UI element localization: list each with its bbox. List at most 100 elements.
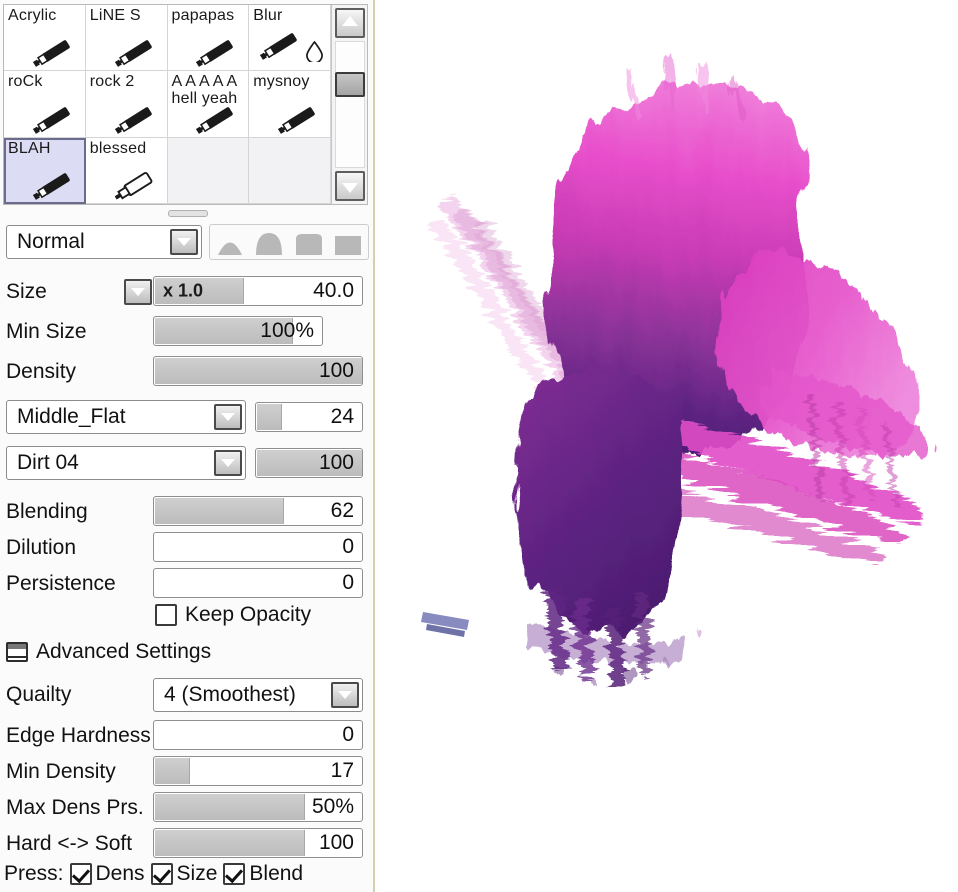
max-dens-prs-row: Max Dens Prs. 50% [0,788,373,828]
blending-value: 62 [330,499,354,522]
size-slider[interactable]: x 1.0 40.0 [153,276,363,306]
paper-texture-amount-slider[interactable]: 100 [255,448,363,478]
hard-soft-label: Hard <-> Soft [6,832,133,855]
brush-grid-scrollbar[interactable] [331,5,367,204]
pressure-label: Press: [4,862,64,885]
min-size-label: Min Size [6,320,87,343]
dilution-label: Dilution [6,536,77,559]
pressure-size-label: Size [176,862,218,885]
pen-icon [196,102,242,134]
density-row: Density 100 [0,352,373,392]
pressure-blend-checkbox[interactable] [223,863,246,885]
blending-row: Blending 62 [0,492,373,532]
paper-texture-dropdown[interactable]: Dirt 04 [6,446,246,480]
brush-shape-label: Middle_Flat [17,405,126,428]
blending-label: Blending [6,500,88,523]
chevron-down-icon[interactable] [124,279,152,305]
blending-slider-fill [155,498,284,524]
brush-shape-presets [209,224,369,260]
min-size-slider[interactable]: 100% [153,316,323,346]
blending-slider[interactable]: 62 [153,496,363,526]
density-value: 100 [318,359,354,382]
blend-mode-dropdown[interactable]: Normal [6,225,202,259]
chevron-down-icon[interactable] [214,404,242,430]
panel-collapse-icon [6,642,28,662]
sai-brush-panel-screenshot: Acrylic LiNE S papapas Blur roCk rock 2 A A A … [0,0,958,892]
pressure-size-checkbox[interactable] [150,863,173,885]
persistence-slider[interactable]: 0 [153,568,363,598]
scroll-down-icon[interactable] [335,171,365,201]
shape-hard-round[interactable] [292,228,326,256]
scroll-up-icon[interactable] [335,8,365,38]
min-density-row: Min Density 17 [0,752,373,792]
edge-hardness-slider[interactable]: 0 [153,720,363,750]
shape-flat-square[interactable] [331,228,365,256]
max-dens-prs-slider[interactable]: 50% [153,792,363,822]
shape-soft-round[interactable] [213,228,247,256]
brush-cell[interactable]: Acrylic [4,5,86,72]
brush-cell[interactable]: mysnoy [249,71,331,138]
brush-cell[interactable]: BLAH [4,137,86,204]
brush-cell-label: mysnoy [253,73,310,91]
min-density-slider-fill [155,758,191,784]
chevron-down-icon[interactable] [170,229,198,255]
pressure-dens-label: Dens [95,862,145,885]
brush-shape-dropdown[interactable]: Middle_Flat [6,400,246,434]
min-size-value: 100% [260,319,314,342]
brush-shape-amount-slider[interactable]: 24 [255,402,363,432]
quality-value: 4 (Smoothest) [164,683,296,706]
advanced-settings-label: Advanced Settings [36,640,212,663]
purple-stroke-mass [515,368,688,633]
size-preset-dropdown[interactable] [124,275,156,309]
chevron-down-icon[interactable] [331,682,359,708]
chevron-down-icon[interactable] [214,450,242,476]
pressure-blend-label: Blend [249,862,304,885]
brush-cell-empty [249,137,331,204]
keep-opacity-row[interactable]: Keep Opacity [155,603,311,627]
brush-cell[interactable]: blessed [85,137,168,204]
scrollbar-track[interactable] [335,41,365,168]
dilution-row: Dilution 0 [0,528,373,568]
size-row: Size x 1.0 40.0 [0,272,373,312]
dilution-slider[interactable]: 0 [153,532,363,562]
pen-icon [114,35,161,68]
advanced-settings-toggle[interactable]: Advanced Settings [6,640,211,664]
brush-cell-label: roCk [8,73,43,91]
hard-soft-slider[interactable]: 100 [153,828,363,858]
max-dens-prs-value: 50% [311,795,354,818]
quality-dropdown[interactable]: 4 (Smoothest) [153,678,363,712]
pressure-option-blend[interactable]: Blend [223,862,303,886]
size-multiplier-label: x 1.0 [163,280,204,301]
pen-icon [277,102,324,134]
brush-cell-label: rock 2 [89,73,135,91]
pen-icon [196,35,242,68]
pen-water-drop-icon [259,33,324,67]
max-dens-prs-slider-fill [155,794,305,820]
pressure-option-size[interactable]: Size [150,862,218,886]
brush-cell-label: blessed [89,139,147,157]
brush-cell[interactable]: A A A A A hell yeah [167,71,250,138]
max-dens-prs-label: Max Dens Prs. [6,796,144,819]
panel-splitter-handle[interactable] [0,208,375,218]
density-slider[interactable]: 100 [153,356,363,386]
min-density-slider[interactable]: 17 [153,756,363,786]
brush-cell[interactable]: papapas [167,5,250,72]
brush-cell-label: papapas [171,7,235,24]
brush-stroke-painting [421,54,932,690]
brush-cell[interactable]: Blur [249,5,331,72]
brush-cell[interactable]: roCk [4,71,86,138]
min-density-value: 17 [330,759,354,782]
brush-cell[interactable]: LiNE S [85,5,168,72]
brush-grid: Acrylic LiNE S papapas Blur roCk rock 2 A A A … [4,5,331,204]
persistence-value: 0 [342,571,354,594]
keep-opacity-checkbox[interactable] [155,604,177,626]
drawing-canvas[interactable] [377,0,958,892]
pressure-option-dens[interactable]: Dens [69,862,145,886]
scrollbar-thumb[interactable] [335,71,365,97]
tool-settings-panel: Acrylic LiNE S papapas Blur roCk rock 2 A A A … [0,0,375,892]
pressure-dens-checkbox[interactable] [69,863,92,885]
paper-texture-amount-value: 100 [318,451,354,474]
shape-medium-round[interactable] [252,228,286,256]
brush-cell-label: LiNE S [89,7,141,24]
brush-cell[interactable]: rock 2 [85,71,168,138]
